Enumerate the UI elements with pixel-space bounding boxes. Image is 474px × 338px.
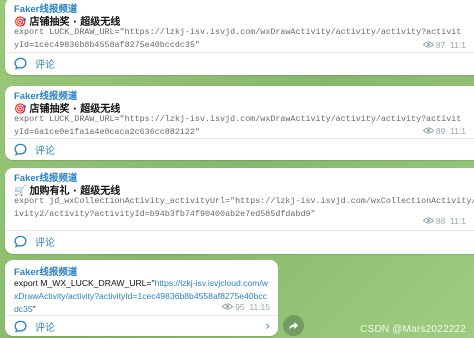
message-card: Faker线报频道 🎯 店铺抽奖 · 超级无线 export LUCK_DRAW_… <box>5 86 474 160</box>
eye-icon <box>222 303 234 310</box>
eye-icon <box>422 217 434 224</box>
view-count: 89 <box>435 126 446 136</box>
comment-label: 评论 <box>35 145 55 157</box>
share-button[interactable] <box>283 315 304 336</box>
eye-icon <box>422 41 434 48</box>
comment-label: 评论 <box>35 237 55 249</box>
channel-name[interactable]: Faker线报频道 <box>14 264 77 278</box>
post-body: export LUCK_DRAW_URL="https://lzkj-isv.i… <box>14 27 462 50</box>
message-card: Faker线报频道 export M_WX_LUCK_DRAW_URL="htt… <box>5 260 278 336</box>
message-card: Faker线报频道 🎯 店铺抽奖 · 超级无线 export LUCK_DRAW_… <box>5 0 474 75</box>
post-body-suffix: " <box>32 303 36 314</box>
post-meta: 88 11:1 <box>422 216 466 226</box>
comment-bubble-icon <box>14 320 27 333</box>
comment-button[interactable]: 评论 <box>5 53 474 73</box>
comment-bubble-icon <box>14 143 27 156</box>
share-arrow-icon <box>288 321 299 330</box>
post-body: export jd_wxCollectionActivity_activityU… <box>14 196 474 219</box>
comment-bubble-icon <box>14 57 27 70</box>
post-time: 11:15 <box>249 302 270 312</box>
comment-button[interactable]: 评论 <box>5 139 474 159</box>
view-count: 95 <box>235 302 245 312</box>
post-body: export LUCK_DRAW_URL="https://lzkj-isv.i… <box>14 114 462 137</box>
comment-button[interactable]: 评论 › <box>5 316 278 336</box>
post-meta: 89 11:1 <box>422 126 466 136</box>
post-time: 11:1 <box>450 40 466 50</box>
watermark: CSDN @Mars2022222 <box>360 324 466 335</box>
comment-bubble-icon <box>14 235 27 248</box>
post-time: 11:1 <box>450 216 466 226</box>
post-meta: 95 11:15 <box>222 302 270 312</box>
message-card: Faker线报频道 🛒 加购有礼 · 超级无线 export jd_wxColle… <box>5 168 474 254</box>
chevron-right-icon: › <box>265 319 270 333</box>
comment-label: 评论 <box>35 59 55 71</box>
post-body-prefix: export M_WX_LUCK_DRAW_URL=" <box>14 278 155 288</box>
comment-label: 评论 <box>35 322 55 334</box>
view-count: 88 <box>435 216 446 226</box>
eye-icon <box>422 127 434 134</box>
comment-button[interactable]: 评论 <box>5 231 474 251</box>
post-time: 11:1 <box>450 126 466 136</box>
view-count: 87 <box>435 40 446 50</box>
post-meta: 87 11:1 <box>422 40 466 50</box>
